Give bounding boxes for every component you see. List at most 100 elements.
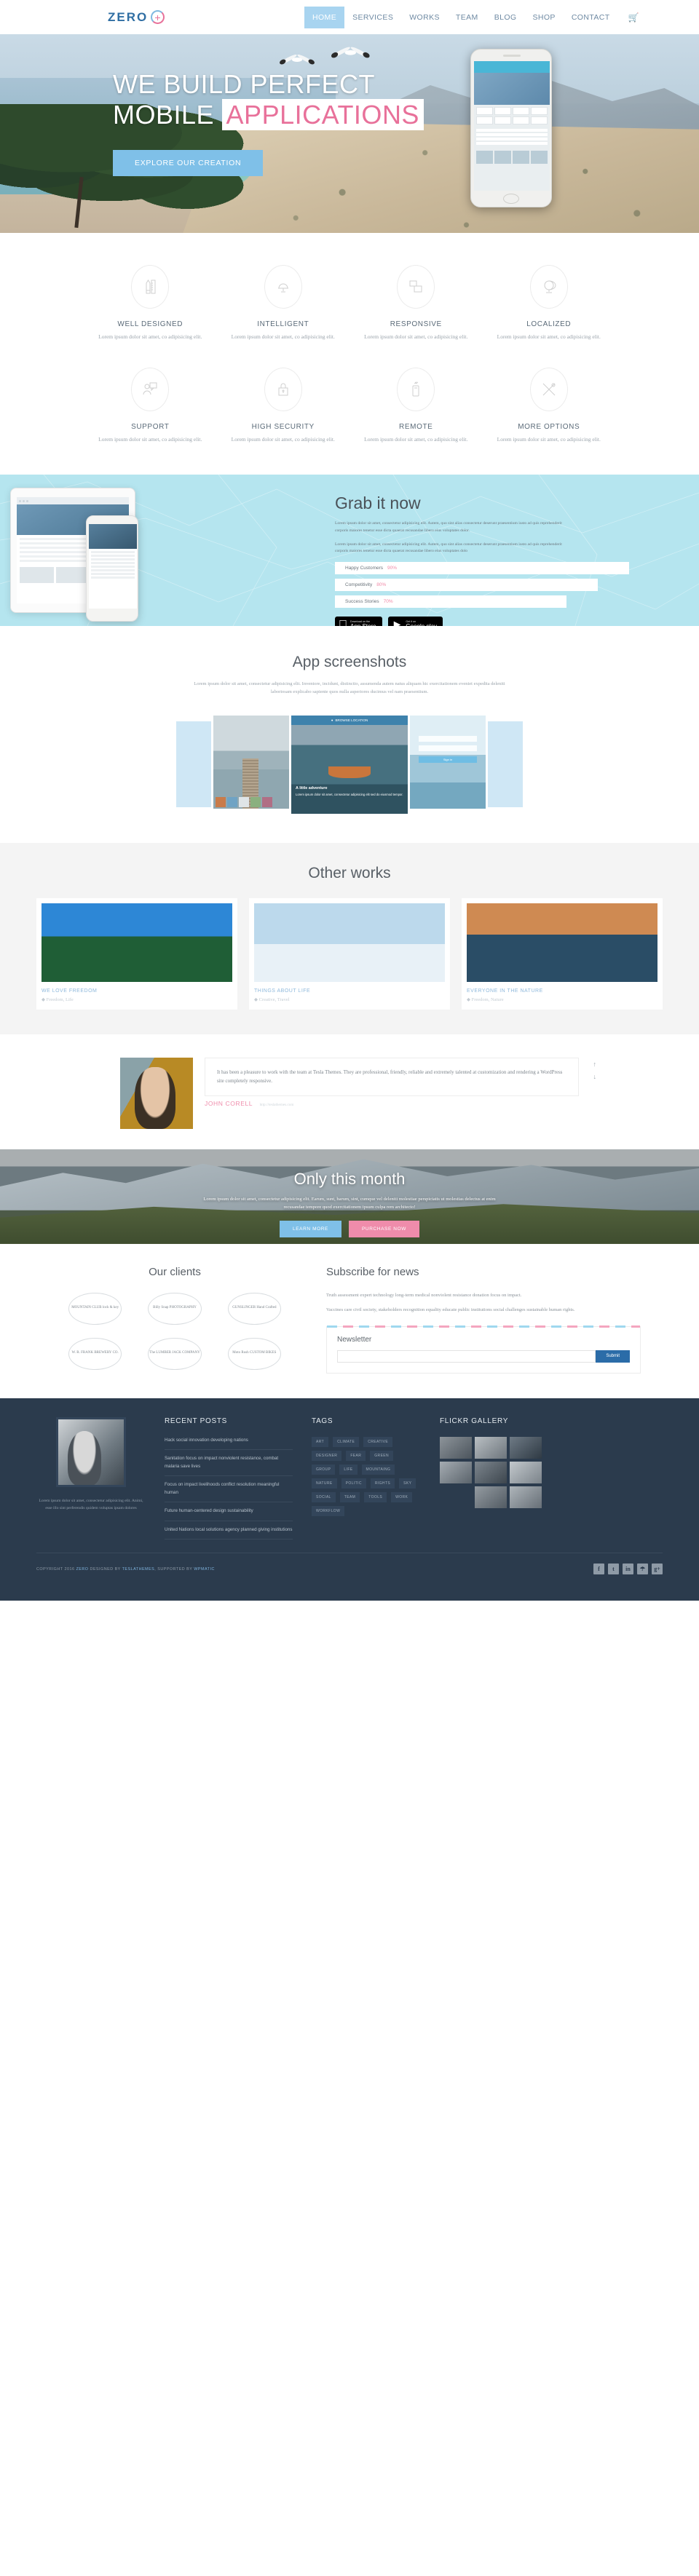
tag-item[interactable]: GROUP (312, 1464, 336, 1475)
nav-item-home[interactable]: HOME (304, 6, 345, 28)
flickr-thumbnail[interactable] (510, 1436, 542, 1459)
rss-icon[interactable]: ☂ (637, 1564, 648, 1575)
twitter-icon[interactable]: t (608, 1564, 619, 1575)
testimonial-prev-arrow-icon[interactable]: ↑ (593, 1061, 597, 1068)
copyright-supporter-link[interactable]: WPMATIC (194, 1567, 215, 1572)
nav-item-works[interactable]: WORKS (401, 9, 448, 26)
carousel-slide-pier[interactable] (213, 715, 289, 809)
copyright-brand-link[interactable]: ZERO (76, 1567, 88, 1572)
username-field[interactable] (419, 735, 477, 742)
tag-item[interactable]: MOUNTAING (361, 1464, 395, 1475)
feature-high-security[interactable]: HIGH SECURITY Lorem ipsum dolor sit amet… (217, 368, 350, 444)
client-logo[interactable]: Billy Snap PHOTOGRAPHY (138, 1291, 211, 1326)
learn-more-button[interactable]: LEARN MORE (280, 1220, 341, 1237)
sign-in-button[interactable]: Sign in (419, 756, 477, 763)
progress-bar-happy-customers: Happy Customers 90% (335, 562, 630, 575)
tag-item[interactable]: TEAM (339, 1491, 360, 1502)
shopping-cart-icon[interactable]: 🛒 (628, 12, 639, 23)
flickr-thumbnail[interactable] (510, 1461, 542, 1483)
feature-localized[interactable]: LOCALIZED Lorem ipsum dolor sit amet, co… (483, 265, 616, 341)
tag-item[interactable]: CREATIVE (363, 1436, 393, 1447)
work-card[interactable]: WE LOVE FREEDOM ◆ Freedom, Life (36, 897, 237, 1010)
client-logo[interactable]: GUNSLINGER Hand Crafted (218, 1291, 291, 1326)
screenshots-carousel[interactable]: ● BROWSE LOCATION A little adventure Lor… (0, 715, 699, 814)
flickr-thumbnail[interactable] (510, 1486, 542, 1508)
feature-title: SUPPORT (131, 423, 170, 431)
client-logo[interactable]: Moto Rush CUSTOM BIKES (218, 1336, 291, 1371)
client-logo[interactable]: The LUMBER JACK COMPANY (138, 1336, 211, 1371)
clients-subscribe-section: Our clients MOUNTAIN CLUB lock & key Bil… (0, 1243, 699, 1398)
tag-item[interactable]: WORK (391, 1491, 413, 1502)
browse-location-badge[interactable]: ● BROWSE LOCATION (291, 715, 408, 725)
recent-post-item[interactable]: Sanitation focus on impact nonviolent re… (165, 1450, 293, 1477)
recent-post-item[interactable]: Focus on impact livelihoods conflict res… (165, 1476, 293, 1503)
newsletter-email-input[interactable] (337, 1350, 596, 1363)
site-logo[interactable]: ZERO (108, 10, 165, 25)
carousel-slide-edge-left[interactable] (176, 721, 211, 807)
purchase-now-button[interactable]: PURCHASE NOW (348, 1220, 419, 1237)
heart-icon[interactable]: ♥ (595, 751, 607, 764)
nav-item-services[interactable]: SERVICES (344, 9, 401, 26)
nav-item-contact[interactable]: CONTACT (564, 9, 618, 26)
feature-remote[interactable]: REMOTE Lorem ipsum dolor sit amet, co ad… (350, 368, 483, 444)
google-play-small: Get it on (397, 620, 416, 624)
nav-item-shop[interactable]: SHOP (524, 9, 563, 26)
flickr-thumbnail[interactable] (440, 1461, 472, 1483)
carousel-slide-login[interactable]: Sign in (410, 715, 486, 809)
user-icon[interactable]: ● (595, 768, 607, 781)
nav-item-blog[interactable]: BLOG (486, 9, 525, 26)
tag-item[interactable]: GREEN (370, 1450, 394, 1461)
tag-item[interactable]: FEAR (346, 1450, 366, 1461)
recent-post-item[interactable]: Hack social innovation developing nation… (165, 1437, 293, 1451)
flickr-thumbnail[interactable] (475, 1461, 507, 1483)
tag-item[interactable]: LIFE (339, 1464, 358, 1475)
tag-item[interactable]: CLIMATE (333, 1436, 360, 1447)
work-card[interactable]: EVERYONE IN THE NATURE ◆ Freedom, Nature (462, 897, 663, 1010)
hero-section: WE BUILD PERFECT MOBILE APPLICATIONS EXP… (0, 34, 699, 233)
tag-item[interactable]: SOCIAL (312, 1491, 336, 1502)
tag-item[interactable]: TOOLS (364, 1491, 387, 1502)
work-card[interactable]: THINGS ABOUT LIFE ◆ Creative, Travel (249, 897, 450, 1010)
feature-well-designed[interactable]: WELL DESIGNED Lorem ipsum dolor sit amet… (84, 265, 217, 341)
copyright-designer-link[interactable]: TESLATHEMES (122, 1567, 155, 1572)
client-logo[interactable]: W. R. FRANK BREWERY CO. (58, 1336, 132, 1371)
flickr-thumbnail[interactable] (475, 1486, 507, 1508)
tag-item[interactable]: POLITIC (341, 1478, 366, 1489)
slide-caption-title: A little adventure (296, 786, 328, 791)
password-field[interactable] (419, 745, 477, 751)
feature-support[interactable]: SUPPORT Lorem ipsum dolor sit amet, co a… (84, 368, 217, 444)
newsletter-submit-button[interactable]: Submit (596, 1350, 630, 1363)
flickr-thumbnail[interactable] (475, 1436, 507, 1459)
tag-item[interactable]: SKY (399, 1478, 416, 1489)
login-form[interactable]: Sign in (419, 735, 477, 763)
carousel-prev-arrow[interactable]: ‹ (66, 752, 68, 761)
google-play-badge[interactable]: ► Get it on Google play (387, 617, 443, 626)
flickr-thumbnail[interactable] (440, 1436, 472, 1459)
tag-item[interactable]: WORKFLOW (312, 1505, 345, 1516)
google-plus-icon[interactable]: g+ (652, 1564, 663, 1575)
tag-item[interactable]: ART (312, 1436, 329, 1447)
recent-post-item[interactable]: United Nations local solutions agency pl… (165, 1521, 293, 1540)
tag-item[interactable]: NATURE (312, 1478, 337, 1489)
slide-thumbnails[interactable] (216, 796, 272, 807)
camera-icon[interactable]: ◉ (595, 718, 607, 731)
client-logo[interactable]: MOUNTAIN CLUB lock & key (58, 1291, 132, 1326)
feature-responsive[interactable]: RESPONSIVE Lorem ipsum dolor sit amet, c… (350, 265, 483, 341)
feature-more-options[interactable]: MORE OPTIONS Lorem ipsum dolor sit amet,… (483, 368, 616, 444)
tag-item[interactable]: RIGHTS (370, 1478, 395, 1489)
carousel-slide-boat[interactable]: ● BROWSE LOCATION A little adventure Lor… (291, 715, 408, 814)
map-pin-icon[interactable]: ◎ (595, 734, 607, 748)
feature-intelligent[interactable]: INTELLIGENT Lorem ipsum dolor sit amet, … (217, 265, 350, 341)
facebook-icon[interactable]: f (593, 1564, 604, 1575)
carousel-slide-edge-right[interactable] (488, 721, 523, 807)
testimonial-url[interactable]: http://teslathemes.com (260, 1103, 294, 1107)
flickr-thumbnail[interactable] (440, 1486, 472, 1508)
tag-item[interactable]: DESIGNER (312, 1450, 342, 1461)
explore-our-creation-button[interactable]: EXPLORE OUR CREATION (113, 149, 264, 176)
recent-post-item[interactable]: Future human-centered design sustainabil… (165, 1502, 293, 1521)
nav-item-team[interactable]: TEAM (448, 9, 486, 26)
linkedin-icon[interactable]: in (623, 1564, 633, 1575)
our-clients-block: Our clients MOUNTAIN CLUB lock & key Bil… (58, 1266, 291, 1374)
testimonial-next-arrow-icon[interactable]: ↓ (593, 1073, 597, 1080)
app-store-badge[interactable]:  Download on the App Store (335, 617, 382, 626)
